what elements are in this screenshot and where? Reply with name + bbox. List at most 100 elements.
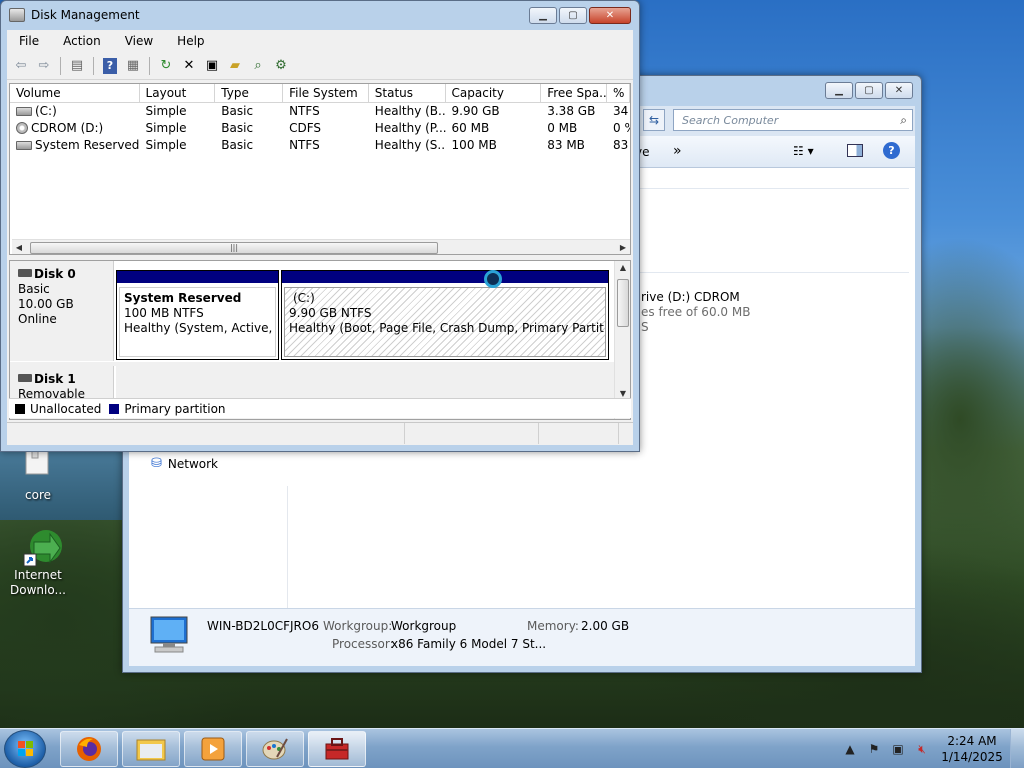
more-commands-chevron[interactable]: » [673, 143, 682, 159]
preview-pane-icon[interactable] [847, 144, 863, 157]
minimize-button[interactable]: ▁ [825, 82, 853, 99]
settings-icon[interactable]: ⚙ [271, 56, 291, 76]
table-row[interactable]: (C:) Simple Basic NTFS Healthy (B... 9.9… [10, 103, 630, 120]
disk-state: Online [18, 312, 57, 326]
scroll-right-arrow[interactable]: ▶ [616, 241, 630, 254]
file-system-cell: NTFS [289, 104, 320, 118]
view-options-icon[interactable]: ☷ ▾ [793, 144, 814, 158]
drive-free-space: es free of 60.0 MB [641, 305, 751, 319]
legend-swatch-primary [109, 403, 120, 414]
toolbar: ⇦ ⇨ ▤ ? ▦ ↻ ✕ ▣ ▰ ⌕ ⚙ [7, 52, 633, 80]
close-button[interactable]: ✕ [885, 82, 913, 99]
help-icon[interactable]: ? [100, 56, 120, 76]
type-cell: Basic [221, 121, 254, 135]
column-header-file-system[interactable]: File System [283, 84, 369, 102]
nav-item-network[interactable]: ⛁ Network [151, 456, 218, 471]
status-bar [7, 422, 633, 444]
disk-management-window[interactable]: Disk Management ▁ ▢ ✕ File Action View H… [0, 0, 640, 452]
toolbar-separator [149, 56, 150, 75]
menu-help[interactable]: Help [165, 34, 216, 48]
action-center-flag-icon[interactable]: ⚑ [866, 741, 882, 757]
section-divider [639, 188, 909, 189]
disk-icon [18, 269, 32, 277]
refresh-icon[interactable]: ⇆ [643, 109, 665, 131]
drive-extra: S [641, 320, 649, 334]
close-button[interactable]: ✕ [589, 7, 631, 24]
maximize-button[interactable]: ▢ [559, 7, 587, 24]
percent-free-cell: 0 % [613, 121, 630, 135]
disk-icon [18, 374, 32, 382]
scroll-up-arrow[interactable]: ▲ [616, 261, 630, 275]
scrollbar-thumb[interactable]: ||| [30, 242, 438, 254]
taskbar-media-player[interactable] [184, 731, 242, 767]
taskbar-firefox[interactable] [60, 731, 118, 767]
column-header-status[interactable]: Status [369, 84, 446, 102]
legend: Unallocated Primary partition [9, 398, 631, 418]
search-icon[interactable]: ⌕ [900, 113, 907, 128]
show-desktop-button[interactable] [1010, 729, 1024, 768]
legend-primary: Primary partition [124, 401, 226, 416]
computer-icon [147, 615, 191, 658]
partition-body: System Reserved 100 MB NTFS Healthy (Sys… [119, 287, 276, 357]
disk-0-label[interactable]: Disk 0 Basic 10.00 GB Online [10, 261, 114, 361]
search-input[interactable]: Search Computer [673, 109, 913, 131]
horizontal-scrollbar[interactable]: ◀ ||| ▶ [12, 239, 630, 254]
legend-swatch-unallocated [15, 403, 25, 414]
properties-icon[interactable]: ▣ [202, 56, 222, 76]
taskbar-paint[interactable] [246, 731, 304, 767]
refresh-icon[interactable]: ↻ [156, 56, 176, 76]
taskbar-explorer[interactable] [122, 731, 180, 767]
menu-file[interactable]: File [7, 34, 51, 48]
table-row[interactable]: System Reserved Simple Basic NTFS Health… [10, 137, 630, 154]
partition-band [282, 271, 608, 283]
show-hide-icon[interactable]: ▦ [123, 56, 143, 76]
percent-free-cell: 34 [613, 104, 629, 118]
column-header-free-space[interactable]: Free Spa... [541, 84, 608, 102]
delete-icon[interactable]: ✕ [179, 56, 199, 76]
minimize-button[interactable]: ▁ [529, 7, 557, 24]
maximize-button[interactable]: ▢ [855, 82, 883, 99]
capacity-cell: 9.90 GB [451, 104, 500, 118]
column-header-volume[interactable]: Volume [10, 84, 140, 102]
open-folder-icon[interactable]: ▰ [225, 56, 245, 76]
desktop-icon-label: Internet Downlo... [10, 568, 66, 597]
vertical-scrollbar[interactable]: ▲ ▼ [614, 261, 630, 419]
help-icon[interactable]: ? [883, 142, 900, 159]
show-hidden-icons-chevron[interactable]: ▲ [842, 741, 858, 757]
console-tree-icon[interactable]: ▤ [67, 56, 87, 76]
free-space-cell: 0 MB [547, 121, 578, 135]
column-header-percent-free[interactable]: % F [607, 84, 630, 102]
memory-value: 2.00 GB [581, 619, 630, 633]
partition-system-reserved[interactable]: System Reserved 100 MB NTFS Healthy (Sys… [116, 270, 279, 360]
search-icon[interactable]: ⌕ [248, 56, 268, 76]
cdrom-drive-item[interactable]: rive (D:) CDROM es free of 60.0 MB S [641, 290, 750, 335]
desktop-icon-internet-download[interactable]: Internet Downlo... [0, 528, 76, 598]
start-button[interactable] [4, 730, 46, 768]
volume-muted-icon[interactable]: 🔇︎ [914, 741, 930, 757]
back-icon[interactable]: ⇦ [11, 56, 31, 76]
disk-name: Disk 0 [34, 267, 76, 281]
folder-icon [136, 739, 166, 761]
toolbar-separator [60, 56, 61, 75]
toolbox-icon [325, 738, 349, 760]
status-cell: Healthy (S... [374, 138, 446, 152]
clock[interactable]: 2:24 AM 1/14/2025 [934, 733, 1010, 765]
forward-icon[interactable]: ⇨ [34, 56, 54, 76]
scroll-left-arrow[interactable]: ◀ [12, 241, 26, 254]
section-divider [639, 272, 909, 273]
column-header-layout[interactable]: Layout [140, 84, 216, 102]
column-header-capacity[interactable]: Capacity [446, 84, 542, 102]
legend-unallocated: Unallocated [30, 401, 102, 416]
scrollbar-thumb[interactable] [617, 279, 629, 327]
table-row[interactable]: CDROM (D:) Simple Basic CDFS Healthy (P.… [10, 120, 630, 137]
file-system-cell: NTFS [289, 138, 320, 152]
network-icon[interactable]: ▣ [890, 741, 906, 757]
menu-view[interactable]: View [113, 34, 165, 48]
nav-item-label: Network [167, 456, 219, 471]
menu-action[interactable]: Action [51, 34, 113, 48]
desktop-icon-core[interactable]: core [0, 447, 76, 502]
partition-c-drive[interactable]: (C:) 9.90 GB NTFS Healthy (Boot, Page Fi… [281, 270, 609, 360]
column-header-type[interactable]: Type [215, 84, 284, 102]
taskbar-computer-management[interactable] [308, 731, 366, 767]
volume-cell: (C:) [10, 103, 140, 120]
